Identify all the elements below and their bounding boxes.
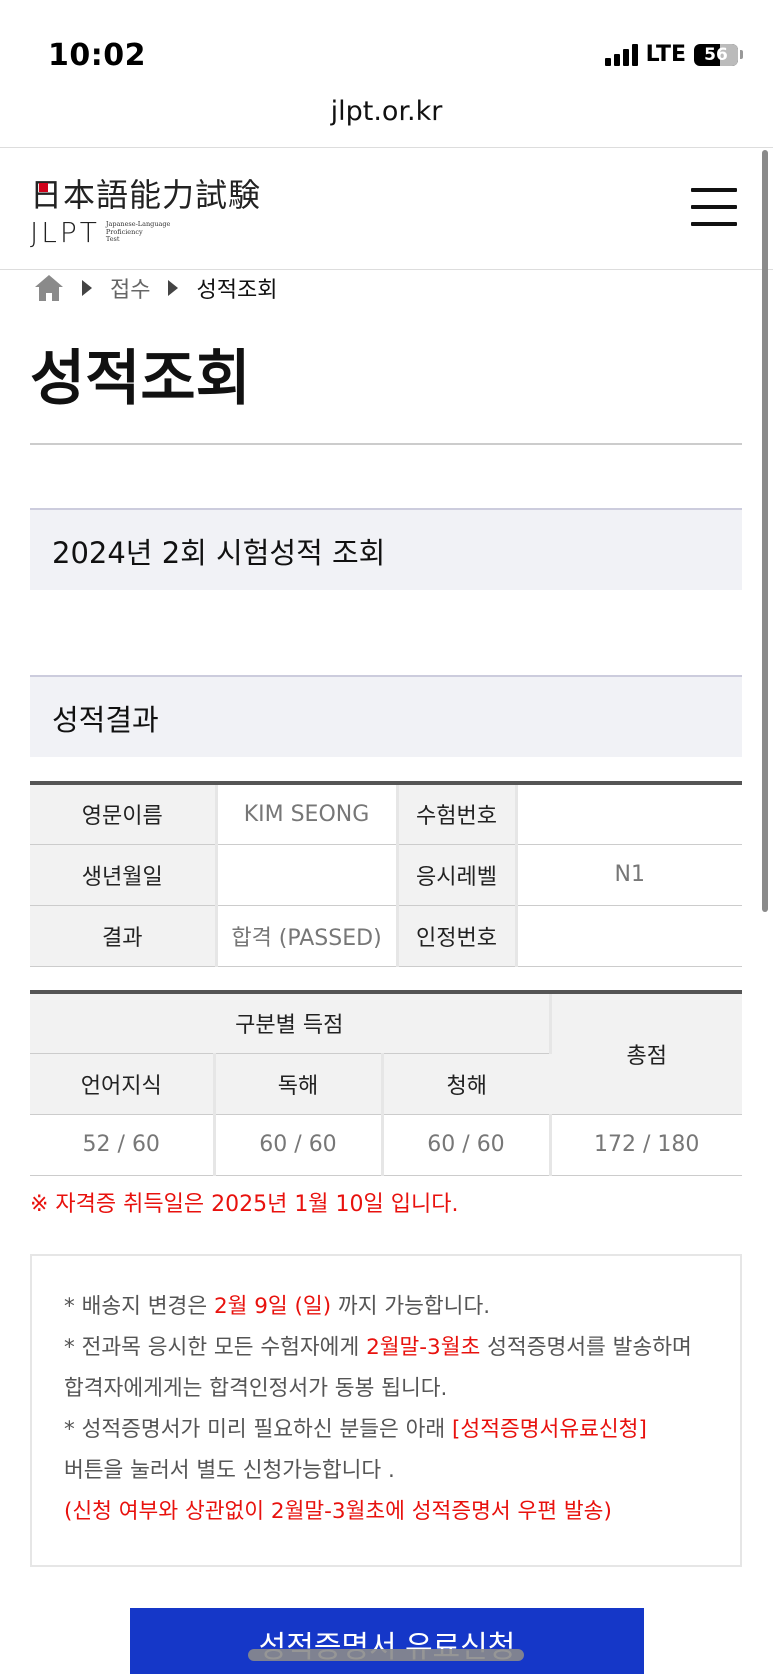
battery-icon: 56: [694, 43, 738, 66]
exam-number-value: [516, 783, 742, 845]
chevron-right-icon: [168, 280, 179, 296]
cert-number-label: 인정번호: [397, 905, 518, 967]
table-row: 영문이름 KIM SEONG 수험번호: [30, 783, 742, 845]
logo-subtitle: Japanese-Language Proficiency Test: [105, 220, 171, 244]
column-listening: 청해: [382, 1053, 550, 1115]
hamburger-menu-icon[interactable]: [691, 188, 737, 226]
status-bar: 10:02 LTE 56: [0, 0, 773, 90]
info-line: (신청 여부와 상관없이 2월말-3월초에 성적증명서 우편 발송): [64, 1499, 612, 1524]
info-line: * 전과목 응시한 모든 수험자에게 2월말-3월초 성적증명서를 발송하며: [64, 1335, 692, 1360]
birth-value: [216, 844, 399, 906]
score-total: 172 / 180: [550, 1114, 742, 1176]
name-value: KIM SEONG: [216, 783, 399, 845]
scrollbar[interactable]: [762, 150, 768, 912]
chevron-right-icon: [82, 280, 92, 296]
result-section-title: 성적결과: [52, 703, 159, 737]
level-value: N1: [516, 844, 742, 906]
jlpt-logo[interactable]: 日本語能力試験 JLPT Japanese-Language Proficien…: [30, 170, 261, 249]
status-time: 10:02: [48, 38, 146, 73]
column-language: 언어지식: [30, 1053, 216, 1115]
level-label: 응시레벨: [397, 844, 518, 906]
paid-certificate-request-button[interactable]: 성적증명서 유료신청: [130, 1608, 644, 1674]
table-row: 52 / 60 60 / 60 60 / 60 172 / 180: [30, 1114, 742, 1176]
info-line: * 배송지 변경은 2월 9일 (일) 까지 가능합니다.: [64, 1294, 491, 1319]
delivery-info-box: * 배송지 변경은 2월 9일 (일) 까지 가능합니다. * 전과목 응시한 …: [30, 1254, 742, 1567]
signal-icon: [604, 43, 638, 66]
info-line: 합격자에게게는 합격인정서가 동봉 됩니다.: [64, 1376, 448, 1401]
certification-date-notice: ※ 자격증 취득일은 2025년 1월 10일 입니다.: [30, 1192, 459, 1217]
score-language: 52 / 60: [30, 1114, 216, 1176]
breadcrumb-item-current: 성적조회: [196, 278, 278, 303]
score-reading: 60 / 60: [214, 1114, 384, 1176]
section-score-header: 구분별 득점: [30, 992, 552, 1054]
breadcrumb: 접수 성적조회: [34, 272, 277, 304]
info-line: 버튼을 눌러서 별도 신청가능합니다 .: [64, 1458, 395, 1483]
exam-section-title: 2024년 2회 시험성적 조회: [52, 536, 386, 570]
home-icon[interactable]: [34, 274, 64, 302]
home-indicator[interactable]: [248, 1649, 524, 1661]
table-row: 결과 합격 (PASSED) 인정번호: [30, 905, 742, 967]
site-header: 日本語能力試験 JLPT Japanese-Language Proficien…: [0, 148, 773, 270]
info-line: * 성적증명서가 미리 필요하신 분들은 아래 [성적증명서유료신청]: [64, 1417, 647, 1442]
exam-number-label: 수험번호: [397, 783, 518, 845]
result-section-header: 성적결과: [30, 675, 742, 757]
url-bar[interactable]: jlpt.or.kr: [0, 96, 773, 127]
cert-number-value: [516, 905, 742, 967]
network-label: LTE: [645, 42, 686, 67]
status-icons: LTE 56: [604, 42, 743, 67]
score-listening: 60 / 60: [382, 1114, 552, 1176]
exam-section-header: 2024년 2회 시험성적 조회: [30, 508, 742, 590]
title-divider: [30, 443, 742, 445]
breadcrumb-item-apply[interactable]: 접수: [110, 272, 150, 304]
logo-red-square: [39, 183, 48, 192]
score-table: 구분별 득점 총점 언어지식 독해 청해 52 / 60 60 / 60 60 …: [30, 990, 742, 1176]
birth-label: 생년월일: [30, 844, 218, 906]
total-score-header: 총점: [550, 992, 742, 1115]
table-row: 구분별 득점 총점: [30, 992, 742, 1115]
table-row: 생년월일 응시레벨 N1: [30, 844, 742, 906]
page-title: 성적조회: [30, 344, 251, 414]
result-label: 결과: [30, 905, 218, 967]
result-value: 합격 (PASSED): [216, 905, 399, 967]
info-table: 영문이름 KIM SEONG 수험번호 생년월일 응시레벨 N1 결과 합격 (…: [30, 781, 742, 967]
logo-jp-text: 日本語能力試験: [30, 176, 262, 214]
logo-en-text: JLPT: [30, 216, 100, 249]
battery-cap: [740, 50, 743, 59]
battery-level: 56: [704, 44, 728, 65]
name-label: 영문이름: [30, 783, 218, 845]
column-reading: 독해: [214, 1053, 384, 1115]
